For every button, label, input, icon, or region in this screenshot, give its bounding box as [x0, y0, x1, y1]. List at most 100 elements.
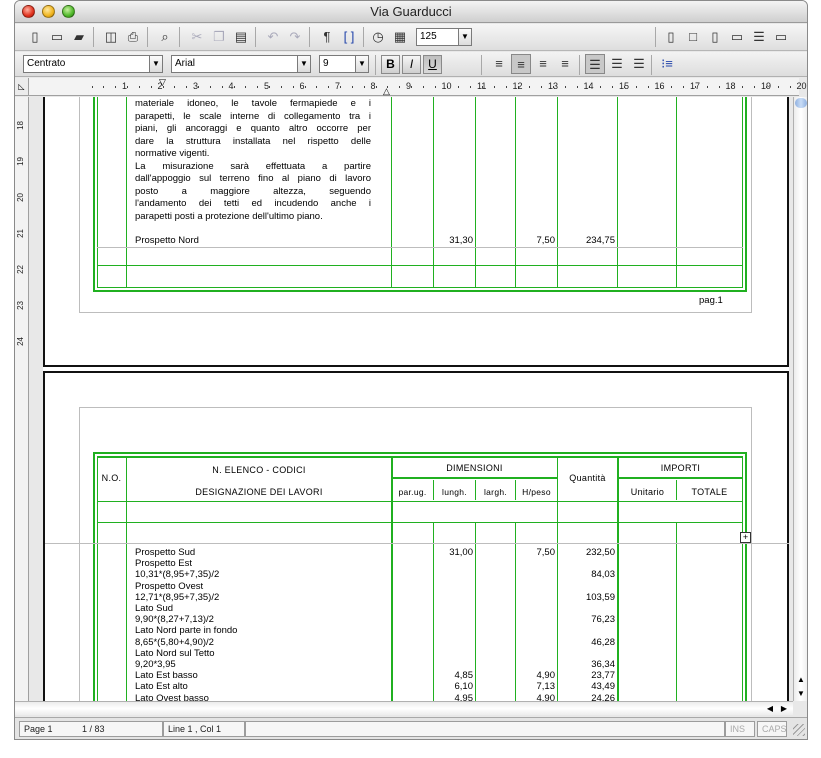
undo-icon[interactable]: ↶: [263, 27, 283, 47]
ruler-tick: [340, 86, 341, 88]
scroll-up-arrow[interactable]: ▲: [794, 673, 807, 687]
bold-button[interactable]: B: [381, 55, 400, 74]
ruler-tick: [434, 86, 436, 88]
header-quantita: Quantità: [569, 473, 606, 483]
format-toolbar: Centrato ▼ Arial ▼ 9 ▼ B I U ≡ ≡ ≡ ≡ ☰ ☰ ☰ …: [15, 52, 807, 77]
ruler-tick: [742, 86, 744, 88]
ruler-tick: [411, 86, 412, 88]
lungh-value: 4,85: [454, 670, 474, 682]
application-window: Via Guarducci ▯ ▭ ▰ ◫ ⎙ ⌕ ✂ ❐ ▤ ↶ ↷ ¶ [ …: [14, 0, 808, 740]
align-right-icon[interactable]: ≡: [533, 54, 553, 74]
font-size-select[interactable]: 9 ▼: [319, 55, 369, 73]
pilcrow-icon[interactable]: ¶: [317, 27, 337, 47]
print-preview-icon[interactable]: ◫: [101, 27, 121, 47]
border-top-icon[interactable]: ▭: [771, 27, 791, 47]
open-folder-icon[interactable]: ▭: [47, 27, 67, 47]
description-line: normative vigenti.: [135, 148, 210, 159]
ruler-tick: [718, 86, 720, 88]
scroll-left-arrow[interactable]: ◀: [763, 702, 777, 715]
scroll-thumb[interactable]: [795, 98, 807, 108]
border-bottom-icon[interactable]: ▭: [727, 27, 747, 47]
quantity-value: 23,77: [591, 670, 615, 682]
ruler-number: 3: [193, 81, 199, 91]
indent-marker-icon[interactable]: ▽: [159, 78, 166, 87]
zoom-select[interactable]: 125 ▼: [416, 28, 472, 46]
page-number: pag.1: [699, 295, 723, 306]
cut-icon[interactable]: ✂: [187, 27, 207, 47]
hpeso-value: 7,13: [536, 681, 556, 693]
quantity-value: 46,28: [591, 636, 615, 648]
border-box-icon[interactable]: □: [683, 27, 703, 47]
ruler-number: 23: [16, 301, 25, 310]
ruler-number: 24: [16, 337, 25, 346]
ruler-number: 11: [477, 81, 487, 91]
scroll-down-arrow[interactable]: ▼: [794, 687, 807, 701]
ruler-tick: [612, 86, 614, 88]
ruler-tick: [174, 86, 176, 88]
horizontal-scrollbar[interactable]: ◀ ▶: [15, 701, 793, 715]
line-spacing-double-icon[interactable]: ☰: [629, 54, 649, 74]
table-resize-handle[interactable]: +: [740, 532, 751, 543]
align-center-icon[interactable]: ≡: [511, 54, 531, 74]
ruler-corner[interactable]: ◺: [15, 78, 29, 96]
ruler-tick: [671, 86, 673, 88]
ruler-number: 22: [16, 265, 25, 274]
field-brackets-icon[interactable]: [ ]: [339, 27, 359, 47]
line-spacing-half-icon[interactable]: ☰: [607, 54, 627, 74]
title-bar[interactable]: Via Guarducci: [15, 1, 807, 23]
new-document-icon[interactable]: ▯: [25, 27, 45, 47]
ruler-tick: [706, 86, 708, 88]
justify-icon[interactable]: ≡: [555, 54, 575, 74]
vertical-ruler[interactable]: 18 19 20 21 22 23 24: [15, 97, 29, 703]
ruler-tick: [186, 86, 188, 88]
row-label: Prospetto Nord: [135, 235, 199, 246]
description-line: l'andamento dei tetti ed incudendo anche…: [135, 198, 371, 209]
header-largh: largh.: [483, 487, 508, 497]
border-middle-icon[interactable]: ☰: [749, 27, 769, 47]
redo-icon[interactable]: ↷: [285, 27, 305, 47]
header-unitario: Unitario: [630, 487, 665, 497]
calendar-icon[interactable]: ▦: [390, 27, 410, 47]
tab-stop-icon[interactable]: △: [383, 87, 390, 96]
ruler-number: 19: [16, 157, 25, 166]
vertical-scrollbar[interactable]: ▲ ▼: [793, 97, 807, 701]
ruler-tick: [127, 86, 128, 88]
scroll-right-arrow[interactable]: ▶: [777, 702, 791, 715]
paste-icon[interactable]: ▤: [231, 27, 251, 47]
save-disk-icon[interactable]: ▰: [69, 27, 89, 47]
description-line: piani, gli ancoraggi e quanto altro occo…: [135, 123, 371, 134]
clock-icon[interactable]: ◷: [368, 27, 388, 47]
paragraph-style-select[interactable]: Centrato ▼: [23, 55, 163, 73]
border-right-icon[interactable]: ▯: [705, 27, 725, 47]
hpeso-value: 7,50: [536, 235, 556, 246]
ruler-number: 14: [583, 81, 594, 91]
underline-button[interactable]: U: [423, 55, 442, 74]
print-icon[interactable]: ⎙: [123, 27, 143, 47]
font-select[interactable]: Arial ▼: [171, 55, 311, 73]
ruler-tick: [115, 86, 117, 88]
lungh-value: 31,30: [449, 235, 473, 246]
ruler-number: 8: [370, 81, 376, 91]
line-spacing-single-icon[interactable]: ☰: [585, 54, 605, 74]
ruler-tick: [529, 86, 531, 88]
document-canvas[interactable]: materiale idoneo, le tavole fermapiede e…: [43, 97, 789, 701]
align-left-icon[interactable]: ≡: [489, 54, 509, 74]
resize-grip-icon[interactable]: [793, 724, 805, 736]
row-label: Lato Est basso: [135, 670, 198, 682]
ruler-tick: [221, 86, 223, 88]
chevron-down-icon: ▼: [458, 29, 471, 45]
border-left-icon[interactable]: ▯: [661, 27, 681, 47]
ruler-number: 4: [228, 81, 234, 91]
standard-toolbar: ▯ ▭ ▰ ◫ ⎙ ⌕ ✂ ❐ ▤ ↶ ↷ ¶ [ ] ◷ ▦ 125 ▼ ▯ □…: [15, 24, 807, 51]
bullet-list-icon[interactable]: ⁝≡: [657, 54, 677, 74]
italic-button[interactable]: I: [402, 55, 421, 74]
header-no: N.O.: [101, 473, 122, 483]
quantity-value: 232,50: [585, 547, 615, 558]
header-designazione: DESIGNAZIONE DEI LAVORI: [195, 487, 323, 497]
row-label: Lato Sud: [135, 603, 174, 614]
horizontal-ruler[interactable]: 1 2 3 4 5 6 7 8 9 10 11 12 13 14 15 16 17 18 19 20 ▽ △: [29, 78, 807, 96]
copy-icon[interactable]: ❐: [209, 27, 229, 47]
find-icon[interactable]: ⌕: [155, 27, 175, 47]
ruler-number: 18: [725, 81, 736, 91]
ruler-tick: [576, 86, 578, 88]
